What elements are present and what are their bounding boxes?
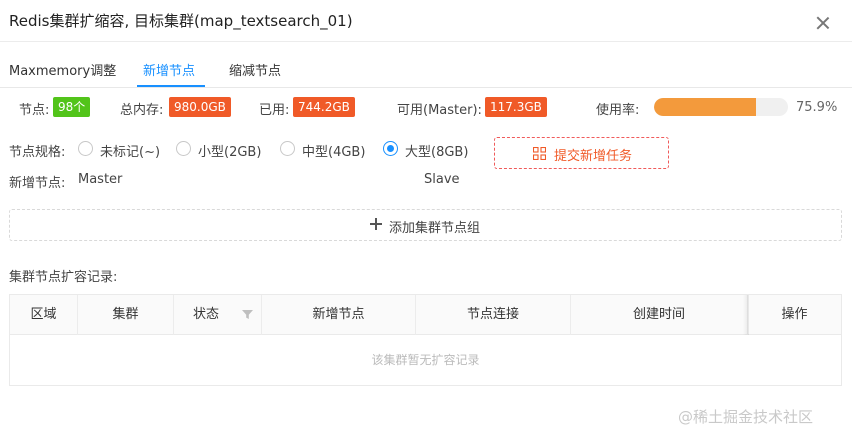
table-header: 区域 集群 状态 新增节点 节点连接 创建时间 操作 (10, 295, 841, 335)
total-memory-badge: 980.0GB (169, 97, 231, 117)
spec-label: 节点规格: (9, 145, 66, 160)
usage-label: 使用率: (596, 103, 640, 118)
new-nodes-label: 新增节点: (9, 176, 66, 191)
spec-radio-label: 中型(4GB) (302, 145, 366, 160)
column-header-actions: 操作 (781, 307, 808, 322)
watermark: @稀土掘金技术社区 (678, 408, 814, 426)
radio-circle-icon (280, 141, 295, 156)
spec-radio-label: 未标记(~) (100, 145, 161, 160)
radio-circle-checked-icon (383, 141, 398, 156)
master-column-label: Master (78, 172, 123, 187)
slave-column-label: Slave (424, 172, 460, 187)
cluster-icon (533, 147, 546, 160)
submit-add-task-label: 提交新增任务 (554, 149, 633, 164)
add-node-group-button[interactable]: 添加集群节点组 (9, 209, 842, 241)
table-empty-text: 该集群暂无扩容记录 (371, 353, 480, 367)
column-header-new-nodes: 新增节点 (262, 295, 416, 335)
tab-active-indicator (137, 85, 205, 87)
tab-add-nodes[interactable]: 新增节点 (143, 60, 195, 79)
modal-title: Redis集群扩缩容, 目标集群(map_textsearch_01) (9, 12, 353, 30)
column-header-region: 区域 (10, 295, 78, 335)
available-label: 可用(Master): (397, 103, 482, 118)
column-header-cluster: 集群 (78, 295, 174, 335)
history-table: 区域 集群 状态 新增节点 节点连接 创建时间 操作 该集群暂无扩容记录 (9, 294, 842, 386)
tab-maxmemory[interactable]: Maxmemory调整 (9, 60, 116, 79)
usage-progress-bar (654, 98, 788, 116)
available-badge: 117.3GB (485, 97, 547, 117)
modal-header: Redis集群扩缩容, 目标集群(map_textsearch_01) (0, 0, 852, 42)
tab-reduce-nodes[interactable]: 缩减节点 (229, 60, 281, 79)
tab-bar: Maxmemory调整 新增节点 缩减节点 (0, 48, 852, 88)
radio-circle-icon (176, 141, 191, 156)
spec-radio-label: 小型(2GB) (198, 145, 262, 160)
filter-icon[interactable] (242, 309, 253, 320)
total-memory-label: 总内存: (120, 103, 164, 118)
submit-add-task-button[interactable]: 提交新增任务 (494, 137, 669, 169)
nodes-count-badge: 98个 (53, 97, 91, 117)
column-header-node-connection: 节点连接 (416, 295, 571, 335)
radio-circle-icon (78, 141, 93, 156)
close-icon[interactable] (816, 16, 830, 30)
history-section-title: 集群节点扩容记录: (9, 270, 118, 285)
add-node-group-label: 添加集群节点组 (389, 221, 481, 236)
column-header-created-time: 创建时间 (571, 295, 748, 335)
spec-radio-label: 大型(8GB) (405, 145, 469, 160)
used-badge: 744.2GB (293, 97, 355, 117)
nodes-label: 节点: (19, 103, 50, 118)
column-header-status: 状态 (174, 295, 262, 335)
used-label: 已用: (259, 103, 290, 118)
usage-progress-fill (654, 98, 756, 116)
usage-percent-text: 75.9% (796, 100, 838, 115)
status-header-label: 状态 (193, 307, 220, 322)
plus-icon (369, 217, 383, 231)
